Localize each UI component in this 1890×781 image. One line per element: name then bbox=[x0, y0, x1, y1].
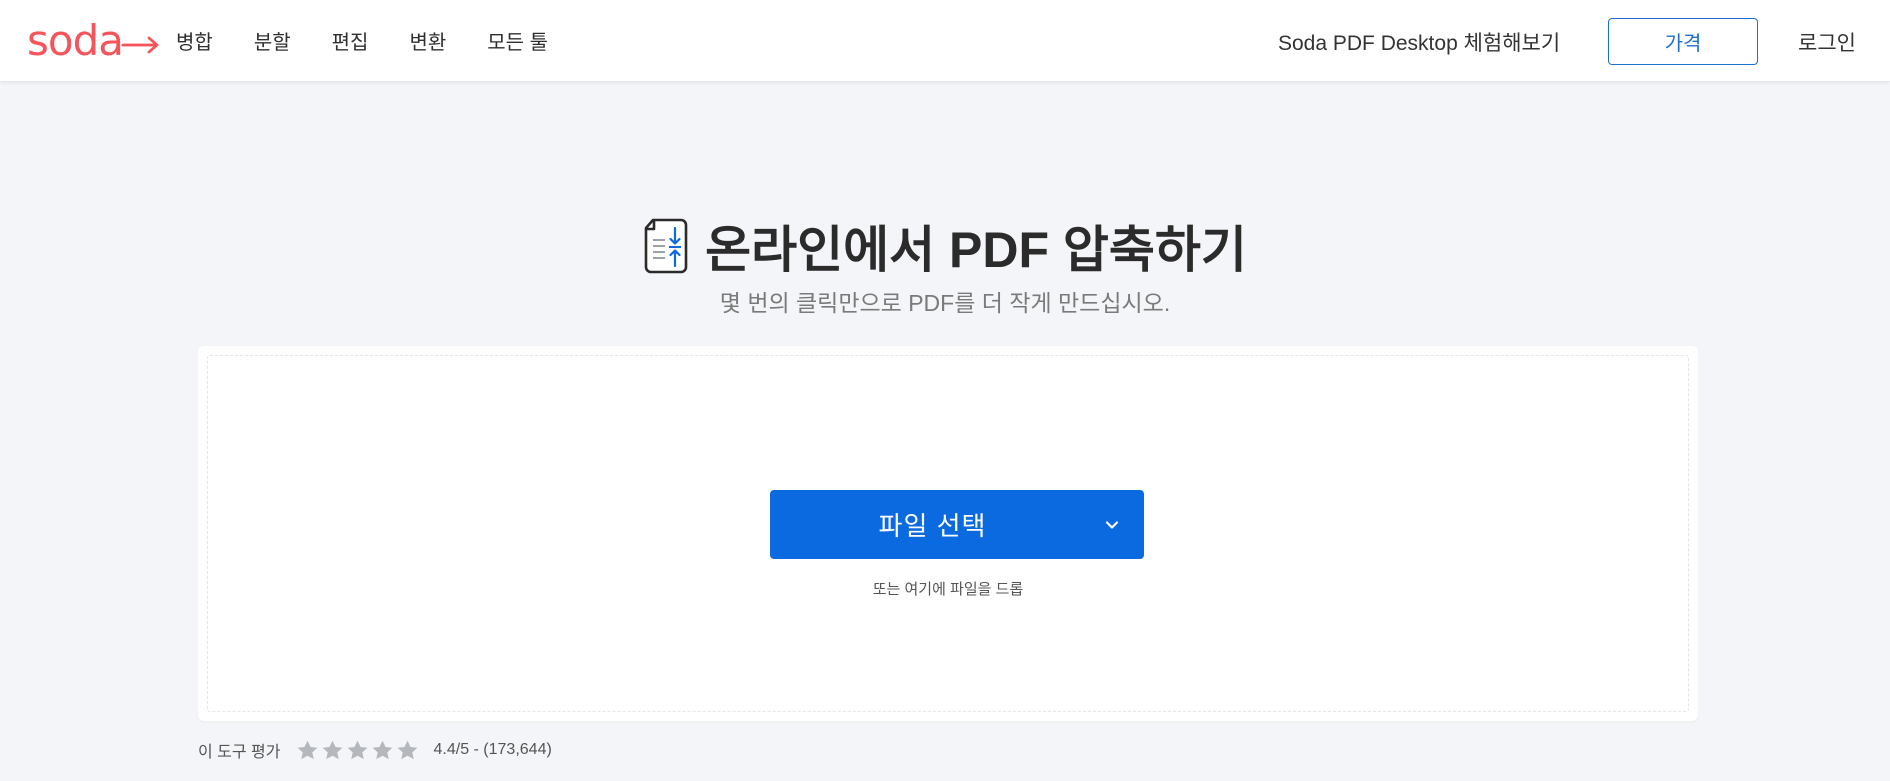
star-icon[interactable] bbox=[320, 738, 345, 763]
nav-item-all-tools[interactable]: 모든 툴 bbox=[487, 26, 548, 55]
star-icon[interactable] bbox=[395, 738, 420, 763]
pricing-button[interactable]: 가격 bbox=[1608, 18, 1758, 65]
page-title: 온라인에서 PDF 압축하기 bbox=[705, 222, 1247, 278]
nav-item-edit[interactable]: 편집 bbox=[332, 26, 369, 55]
main-nav: 병합 분할 편집 변환 모든 툴 bbox=[176, 0, 589, 81]
top-navbar: soda 병합 분할 편집 변환 모든 툴 Soda PDF Desktop 체… bbox=[0, 0, 1890, 81]
star-rating bbox=[295, 738, 420, 763]
compress-pdf-icon bbox=[644, 218, 688, 274]
page-subtitle: 몇 번의 클릭만으로 PDF를 더 작게 만드십시오. bbox=[719, 290, 1171, 316]
hero-heading: 온라인에서 PDF 압축하기 bbox=[0, 210, 1890, 282]
logo-text: soda bbox=[27, 16, 124, 65]
login-link[interactable]: 로그인 bbox=[1798, 27, 1856, 57]
rating-label: 이 도구 평가 bbox=[198, 744, 281, 761]
chevron-down-icon[interactable] bbox=[1104, 517, 1120, 533]
tool-rating: 이 도구 평가 4.4/5 - (173,644) bbox=[198, 738, 552, 762]
choose-file-label: 파일 선택 bbox=[878, 511, 987, 541]
nav-item-merge[interactable]: 병합 bbox=[176, 26, 213, 55]
star-icon[interactable] bbox=[295, 738, 320, 763]
star-icon[interactable] bbox=[345, 738, 370, 763]
logo-arrow-icon bbox=[121, 36, 159, 54]
star-icon[interactable] bbox=[370, 738, 395, 763]
rating-score: 4.4/5 - (173,644) bbox=[433, 741, 552, 758]
upload-card: 파일 선택 또는 여기에 파일을 드롭 bbox=[198, 346, 1698, 721]
drop-hint-text: 또는 여기에 파일을 드롭 bbox=[872, 581, 1024, 598]
choose-file-button[interactable]: 파일 선택 bbox=[770, 490, 1144, 559]
nav-item-split[interactable]: 분할 bbox=[254, 26, 291, 55]
soda-logo[interactable]: soda bbox=[27, 16, 161, 66]
file-dropzone[interactable]: 파일 선택 또는 여기에 파일을 드롭 bbox=[207, 355, 1689, 712]
desktop-trial-link[interactable]: Soda PDF Desktop 체험해보기 bbox=[1278, 27, 1560, 57]
nav-item-convert[interactable]: 변환 bbox=[409, 26, 446, 55]
